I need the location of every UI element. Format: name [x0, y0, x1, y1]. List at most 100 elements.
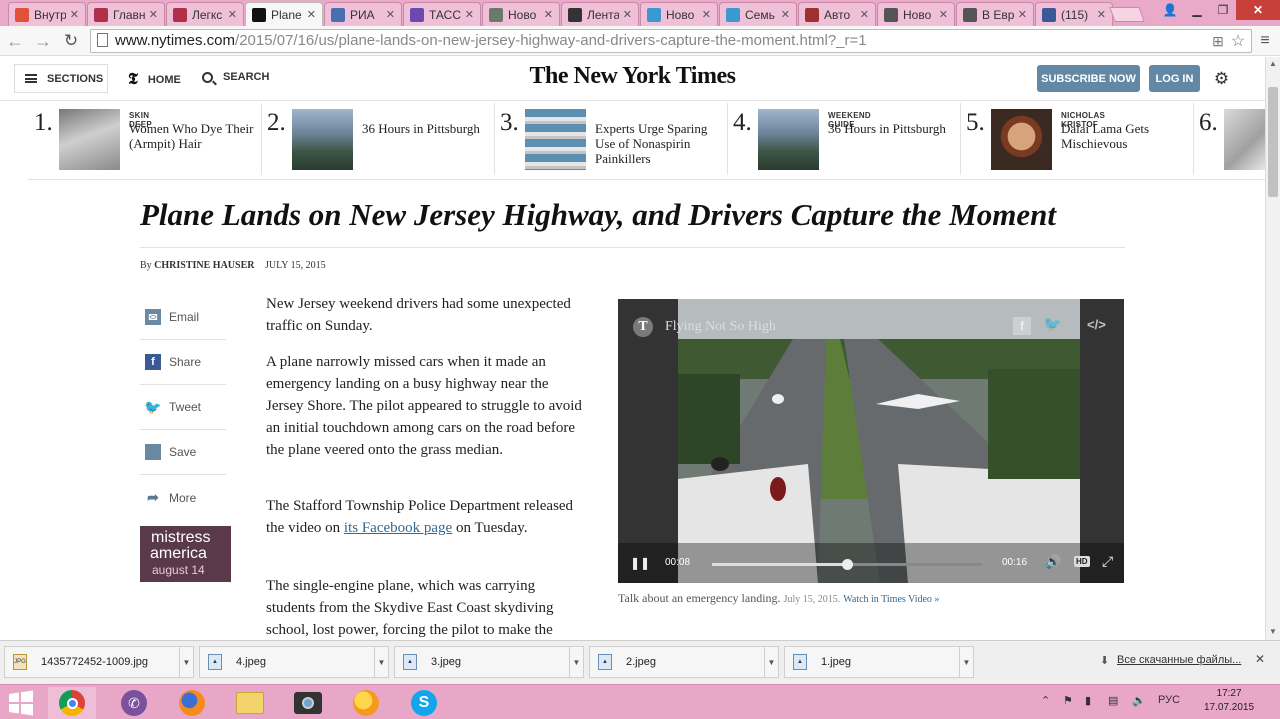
search-link[interactable]: SEARCH	[202, 71, 269, 83]
download-menu-arrow[interactable]: ▼	[569, 647, 583, 677]
show-all-downloads-link[interactable]: Все скачанные файлы...	[1117, 654, 1241, 666]
download-menu-arrow[interactable]: ▼	[959, 647, 973, 677]
viber-taskbar-icon[interactable]: ✆	[110, 687, 158, 719]
browser-tab[interactable]: Внутр ✕	[8, 2, 86, 26]
browser-tab[interactable]: Лента ✕	[561, 2, 639, 26]
download-item[interactable]: ▲ 4.jpeg ▼	[199, 646, 389, 678]
close-download-shelf[interactable]: ✕	[1255, 652, 1265, 666]
pause-icon[interactable]: ❚❚	[630, 556, 650, 570]
show-hidden-icons[interactable]: ⌃	[1041, 694, 1050, 707]
share-email[interactable]: ✉ Email	[140, 295, 226, 340]
firefox-taskbar-icon[interactable]	[168, 687, 216, 719]
tab-close-icon[interactable]: ✕	[465, 8, 474, 21]
bookmark-star-icon[interactable]: ☆	[1227, 30, 1249, 52]
browser-tab[interactable]: (115) ✕	[1035, 2, 1113, 26]
camera-taskbar-icon[interactable]	[284, 687, 332, 719]
embed-icon[interactable]: </>	[1087, 317, 1106, 332]
mistress-america-ad[interactable]: mistress america august 14	[140, 526, 231, 582]
window-close-button[interactable]: ✕	[1236, 0, 1280, 20]
tab-close-icon[interactable]: ✕	[1018, 8, 1027, 21]
browser-tab[interactable]: В Евр ✕	[956, 2, 1034, 26]
volume-icon[interactable]: 🔈	[1132, 694, 1146, 707]
fullscreen-icon[interactable]: ⤢	[1102, 553, 1113, 570]
sections-button[interactable]: SECTIONS	[14, 64, 108, 93]
windows-start-icon[interactable]	[8, 690, 34, 716]
browser-tab[interactable]: Семь ✕	[719, 2, 797, 26]
tab-close-icon[interactable]: ✕	[1097, 8, 1106, 21]
power-icon[interactable]: ▮	[1085, 694, 1091, 707]
ribbon-item[interactable]: 6.	[1193, 101, 1265, 180]
download-menu-arrow[interactable]: ▼	[374, 647, 388, 677]
chrome-taskbar-icon[interactable]	[48, 687, 96, 719]
download-menu-arrow[interactable]: ▼	[764, 647, 778, 677]
browser-tab[interactable]: Ново ✕	[482, 2, 560, 26]
twitter-icon[interactable]: 🐦	[1043, 315, 1062, 333]
network-icon[interactable]: ▤	[1108, 694, 1118, 707]
home-link[interactable]: 𝕿 HOME	[128, 71, 181, 89]
login-button[interactable]: LOG IN	[1149, 65, 1200, 92]
browser-tab[interactable]: Легкс ✕	[166, 2, 244, 26]
tab-close-icon[interactable]: ✕	[544, 8, 553, 21]
tab-close-icon[interactable]: ✕	[781, 8, 790, 21]
scroll-down-arrow[interactable]: ▼	[1269, 627, 1277, 636]
share-save[interactable]: Save	[140, 430, 226, 475]
address-bar[interactable]: www.nytimes.com/2015/07/16/us/plane-land…	[90, 29, 1252, 53]
system-clock[interactable]: 17:27 17.07.2015	[1204, 687, 1254, 715]
tab-close-icon[interactable]: ✕	[307, 8, 316, 21]
scroll-up-arrow[interactable]: ▲	[1269, 59, 1277, 68]
page-scrollbar[interactable]: ▲ ▼	[1265, 57, 1280, 640]
browser-tab[interactable]: РИА ✕	[324, 2, 402, 26]
language-indicator[interactable]: РУС	[1158, 694, 1180, 706]
download-item[interactable]: ▲ 3.jpeg ▼	[394, 646, 584, 678]
app-taskbar-icon[interactable]	[342, 687, 390, 719]
skype-taskbar-icon[interactable]: S	[400, 687, 448, 719]
download-item[interactable]: ▲ 1.jpeg ▼	[784, 646, 974, 678]
browser-tab[interactable]: Plane ✕	[245, 2, 323, 26]
watch-in-times-video-link[interactable]: Watch in Times Video »	[843, 594, 939, 605]
facebook-page-link[interactable]: its Facebook page	[344, 520, 452, 536]
maximize-button[interactable]: ❐	[1210, 0, 1236, 20]
browser-tab[interactable]: Главн ✕	[87, 2, 165, 26]
share-more[interactable]: ➦ More	[140, 475, 226, 520]
author-name[interactable]: CHRISTINE HAUSER	[154, 260, 254, 271]
tab-close-icon[interactable]: ✕	[386, 8, 395, 21]
browser-tab[interactable]: ТАСС ✕	[403, 2, 481, 26]
tab-close-icon[interactable]: ✕	[149, 8, 158, 21]
browser-tab[interactable]: Ново ✕	[640, 2, 718, 26]
subscribe-button[interactable]: SUBSCRIBE NOW	[1037, 65, 1140, 92]
forward-button[interactable]: →	[32, 30, 54, 52]
new-tab-button[interactable]	[1109, 7, 1145, 22]
menu-icon[interactable]: ≡	[1254, 30, 1276, 52]
progress-bar[interactable]	[712, 559, 982, 570]
t-letter-icon	[173, 7, 187, 22]
hd-icon[interactable]: HD	[1074, 556, 1090, 567]
tab-close-icon[interactable]: ✕	[228, 8, 237, 21]
explorer-taskbar-icon[interactable]	[226, 687, 274, 719]
browser-tab[interactable]: Ново ✕	[877, 2, 955, 26]
tab-close-icon[interactable]: ✕	[70, 8, 79, 21]
user-icon[interactable]: 👤	[1158, 0, 1182, 20]
scrollbar-thumb[interactable]	[1268, 87, 1278, 197]
download-item[interactable]: JPG 1435772452-1009.jpg ▼	[4, 646, 194, 678]
tab-close-icon[interactable]: ✕	[702, 8, 711, 21]
browser-tab[interactable]: Авто ✕	[798, 2, 876, 26]
reload-button[interactable]: ↻	[60, 30, 82, 52]
share-twitter[interactable]: 🐦 Tweet	[140, 385, 226, 430]
share-facebook[interactable]: f Share	[140, 340, 226, 385]
tab-close-icon[interactable]: ✕	[860, 8, 869, 21]
download-menu-arrow[interactable]: ▼	[179, 647, 193, 677]
download-item[interactable]: ▲ 2.jpeg ▼	[589, 646, 779, 678]
nyt-logo[interactable]: The New York Times	[500, 63, 765, 90]
gear-icon[interactable]: ⚙	[1213, 70, 1230, 87]
minimize-button[interactable]: ▁	[1184, 0, 1210, 20]
progress-handle[interactable]	[842, 559, 853, 570]
tab-close-icon[interactable]: ✕	[623, 8, 632, 21]
translate-icon[interactable]: ⊞	[1207, 30, 1229, 52]
most-popular-ribbon: 1. SKIN DEEP Women Who Dye Their (Armpit…	[28, 101, 1265, 180]
facebook-icon[interactable]: f	[1013, 317, 1031, 335]
tab-close-icon[interactable]: ✕	[939, 8, 948, 21]
video-player[interactable]: T Flying Not So High f 🐦 </> ❚❚ 00:08 00…	[618, 299, 1124, 583]
volume-icon[interactable]: 🔊	[1045, 554, 1061, 570]
back-button[interactable]: ←	[4, 30, 26, 52]
flag-icon[interactable]: ⚑	[1063, 694, 1073, 707]
